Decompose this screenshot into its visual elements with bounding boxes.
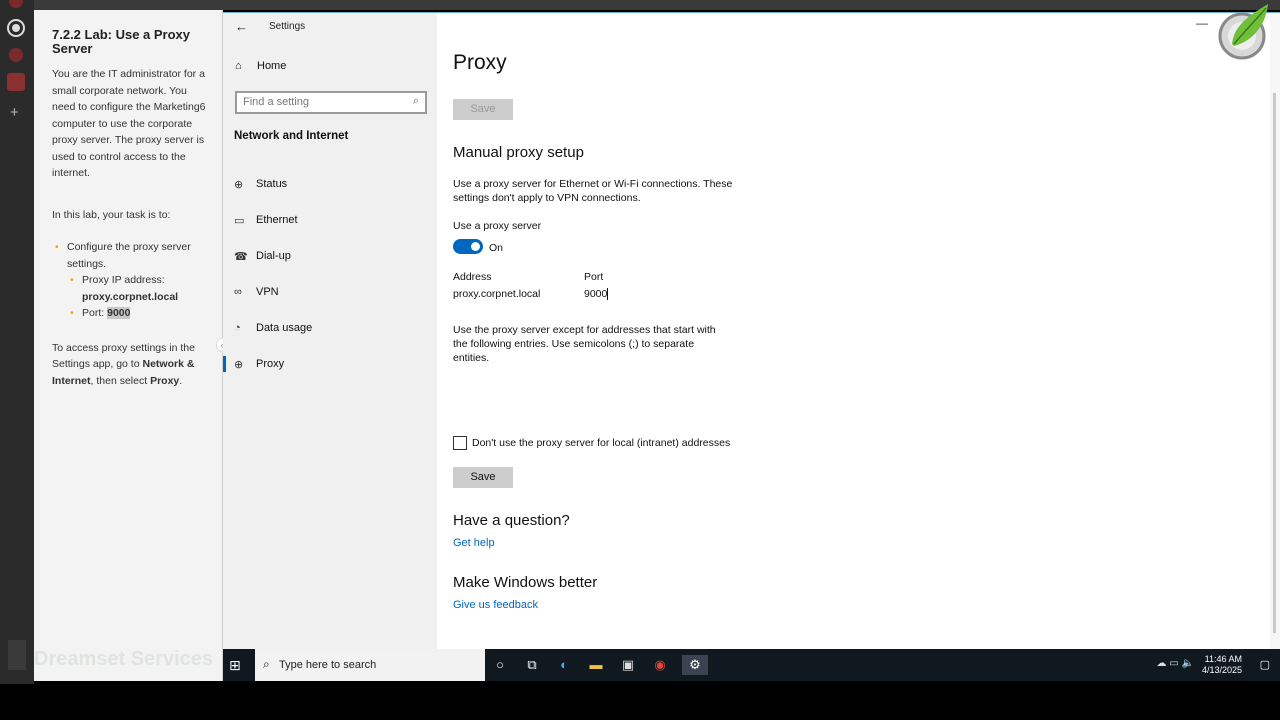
proxy-settings-content: Proxy Save Manual proxy setup Use a prox… [437,13,1280,650]
record-icon[interactable] [9,21,23,35]
find-setting-placeholder: Find a setting [243,96,310,108]
globe-status-icon: ⊕ [234,178,244,191]
clock-date: 4/13/2025 [1201,665,1242,675]
access-instructions: To access proxy settings in the Settings… [52,341,195,387]
nav-home-label: Home [257,60,287,72]
save-button[interactable]: Save [453,467,513,488]
windows-start-icon[interactable]: ⊞ [229,657,241,674]
cortana-icon[interactable]: ○ [490,655,510,675]
address-input[interactable]: proxy.corpnet.local [453,287,573,301]
store-icon[interactable]: ▣ [618,655,638,675]
address-label: Address [453,271,492,283]
settings-window: ← Settings ⌂ Home Find a setting ⌕ Netwo… [223,12,1280,650]
exceptions-description: Use the proxy server except for addresse… [453,324,716,364]
lab-instructions-panel: 7.2.2 Lab: Use a Proxy Server You are th… [34,10,228,681]
nav-item-status[interactable]: ⊕ Status [223,169,437,199]
screen: + 7.2.2 Lab: Use a Proxy Server You are … [0,0,1280,720]
rail-bottom-block [8,640,26,670]
dreamset-logo [1212,0,1274,64]
taskbar-search-icon: ⌕ [263,657,270,671]
search-icon[interactable]: ⌕ [413,95,419,108]
task-subitem-port: Port: 9000 [67,305,212,322]
chrome-icon[interactable]: ◉ [650,655,670,675]
notification-icon[interactable]: ▢ [1260,658,1270,671]
use-proxy-label: Use a proxy server [453,220,542,232]
nav-item-data-usage[interactable]: ◔ Data usage [223,313,437,343]
nav-home[interactable]: ⌂ Home [235,60,286,72]
manual-setup-description: Use a proxy server for Ethernet or Wi-Fi… [453,178,733,204]
text-caret [607,288,609,301]
globe-icon: ⊕ [234,358,244,371]
settings-nav-pane: ← Settings ⌂ Home Find a setting ⌕ Netwo… [223,13,437,650]
app-icon-active[interactable] [7,73,25,91]
watermark-text: Dreamset Services [34,647,214,670]
ethernet-icon: ▭ [234,214,245,227]
local-addresses-label: Don't use the proxy server for local (in… [472,437,731,449]
edge-icon[interactable]: ◐ [554,655,574,675]
nav-item-ethernet[interactable]: ▭ Ethernet [223,205,437,235]
manual-setup-title: Manual proxy setup [453,144,584,161]
give-feedback-link[interactable]: Give us feedback [453,599,538,611]
taskbar-search-box[interactable]: ⌕ Type here to search [255,649,485,681]
clock-time: 11:46 AM [1204,654,1242,664]
port-label: Port [584,271,604,283]
use-proxy-toggle[interactable] [453,239,483,254]
lab-title: 7.2.2 Lab: Use a Proxy Server [52,27,191,56]
vpn-icon: ∞ [234,286,242,298]
lab-intro: You are the IT administrator for a small… [52,68,206,179]
nav-section-title: Network and Internet [234,130,349,142]
scrollbar-thumb[interactable] [1273,93,1276,633]
task-view-icon[interactable]: ⧉ [522,655,542,675]
file-explorer-icon[interactable]: ▬ [586,655,606,675]
app-icon-red-2[interactable] [9,48,23,62]
page-title: Proxy [453,51,507,74]
system-tray-icons[interactable]: ☁ ▭ 🔈 [1157,658,1194,669]
task-list: Configure the proxy server settings. Pro… [52,239,212,322]
task-item: Configure the proxy server settings. Pro… [52,239,212,322]
local-addresses-checkbox[interactable] [453,436,467,450]
nav-item-proxy[interactable]: ⊕ Proxy [223,349,437,379]
toggle-state-label: On [489,242,504,254]
home-icon: ⌂ [235,60,242,72]
task-lead: In this lab, your task is to: [52,208,171,221]
back-arrow-icon[interactable]: ← [235,19,248,34]
make-windows-better-title: Make Windows better [453,574,598,591]
black-bottom-strip [0,684,1280,720]
title-bar: ← Settings [223,13,437,39]
toggle-knob [471,242,480,251]
content-scrollbar[interactable] [1270,13,1280,650]
add-icon[interactable]: + [10,104,19,121]
nav-item-dialup[interactable]: ☎ Dial-up [223,241,437,271]
browser-top-bar [34,0,1280,10]
windows-taskbar: ⊞ ⌕ Type here to search ○ ⧉ ◐ ▬ ▣ ◉ ⚙ ☁ … [223,649,1280,681]
dialup-icon: ☎ [234,250,248,263]
nav-item-vpn[interactable]: ∞ VPN [223,277,437,307]
taskbar-search-placeholder: Type here to search [279,659,377,671]
question-title: Have a question? [453,512,570,529]
task-subitem-ip: Proxy IP address:proxy.corpnet.local [67,272,212,305]
port-value-highlight: 9000 [107,307,131,319]
minimize-button[interactable]: — [1196,16,1208,30]
browser-side-rail: + [0,0,34,684]
taskbar-clock[interactable]: 11:46 AM 4/13/2025 [1202,654,1242,676]
save-button-top[interactable]: Save [453,99,513,120]
find-setting-input[interactable]: Find a setting ⌕ [235,91,427,114]
app-icon-red[interactable] [9,0,23,8]
proxy-ip-value: proxy.corpnet.local [82,290,179,303]
window-title: Settings [269,21,306,32]
data-usage-icon: ◔ [234,322,241,334]
port-input[interactable]: 9000 [584,287,644,301]
get-help-link[interactable]: Get help [453,537,495,549]
settings-gear-icon[interactable]: ⚙ [682,655,708,675]
